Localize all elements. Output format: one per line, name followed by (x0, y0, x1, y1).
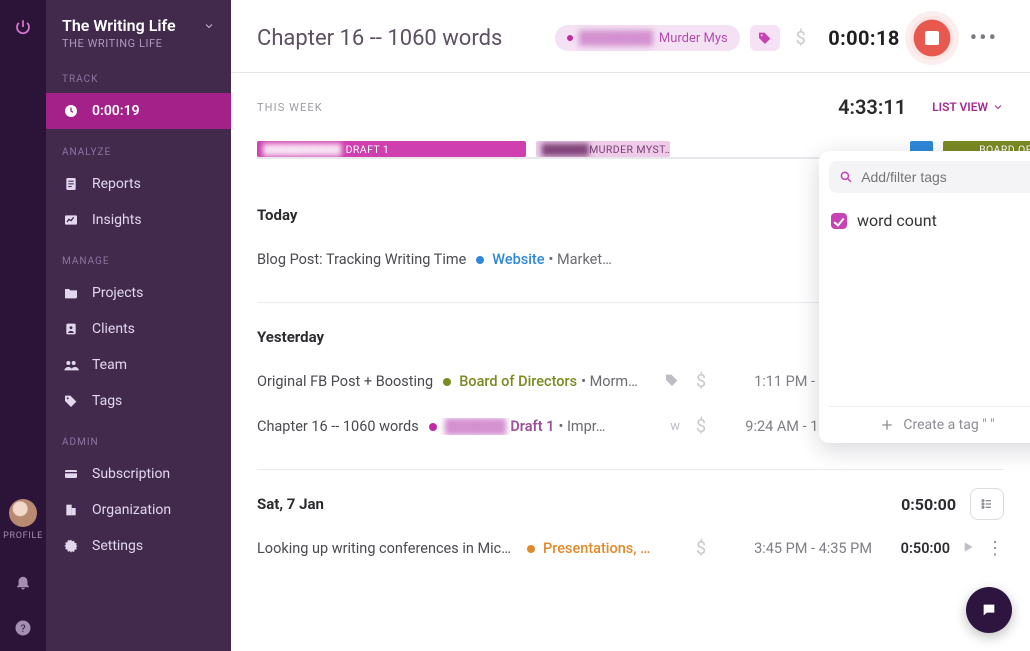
tag-icon (664, 372, 680, 392)
entry-more[interactable]: ••• (964, 26, 1004, 51)
entry-desc: Original FB Post + Boosting (257, 373, 433, 390)
section-admin: ADMIN (46, 437, 231, 456)
bell-icon[interactable] (14, 573, 32, 591)
sidebar-item-insights[interactable]: Insights (46, 202, 231, 238)
entry-desc: Looking up writing conferences in Michig… (257, 540, 517, 557)
billable-icon[interactable]: $ (690, 371, 712, 392)
app-root: PROFILE ? The Writing Life THE WRITING L… (0, 0, 1030, 651)
time-entry-row[interactable]: Looking up writing conferences in Michig… (257, 520, 1004, 565)
group-title: Sat, 7 Jan (257, 495, 324, 513)
running-timer: 0:00:18 (822, 26, 900, 50)
week-section: THIS WEEK 4:33:11 LIST VIEW ██████████DR… (231, 73, 1030, 159)
group-total: 0:50:00 (901, 495, 956, 514)
project-dot (567, 35, 573, 41)
document-icon (62, 176, 80, 192)
entry-bar: Chapter 16 -- 1060 words ████████ Murder… (231, 0, 1030, 73)
project-chip[interactable]: ████████ Murder Mys (555, 25, 740, 51)
workspace-header[interactable]: The Writing Life THE WRITING LIFE (46, 0, 231, 60)
mini-rail: PROFILE ? (0, 0, 46, 651)
section-manage: MANAGE (46, 256, 231, 275)
avatar[interactable] (9, 499, 37, 527)
plus-icon (879, 417, 895, 433)
sidebar-item-timer[interactable]: 0:00:19 (46, 93, 231, 129)
power-icon[interactable] (8, 12, 38, 42)
row-more[interactable]: ⋮ (986, 538, 1004, 559)
svg-text:?: ? (21, 622, 26, 635)
duration: 0:50:00 (882, 540, 950, 557)
stop-button[interactable] (910, 16, 954, 60)
building-icon (62, 502, 80, 518)
billable-toggle[interactable]: $ (790, 28, 812, 49)
clock-icon (62, 103, 80, 119)
sidebar-item-team[interactable]: Team (46, 347, 231, 383)
entry-desc: Chapter 16 -- 1060 words (257, 418, 419, 435)
folder-icon (62, 285, 80, 301)
chat-bubble[interactable] (966, 587, 1012, 633)
week-label: THIS WEEK (257, 101, 323, 114)
sidebar-item-tags[interactable]: Tags (46, 383, 231, 419)
bulk-edit-button[interactable] (970, 488, 1004, 520)
profile-label: PROFILE (3, 531, 43, 541)
tag-popover: word count Create a tag " " (819, 151, 1030, 443)
group-title: Yesterday (257, 328, 324, 346)
search-icon (839, 169, 853, 185)
tag-chip: w (670, 419, 680, 434)
play-button[interactable] (960, 539, 976, 559)
bar-draft1[interactable]: ██████████DRAFT 1 (257, 141, 526, 157)
entry-description[interactable]: Chapter 16 -- 1060 words (257, 26, 502, 51)
workspace-subtitle: THE WRITING LIFE (62, 37, 215, 50)
sidebar-item-clients[interactable]: Clients (46, 311, 231, 347)
section-track: TRACK (46, 74, 231, 93)
chevron-down-icon (992, 101, 1004, 113)
gear-icon (62, 538, 80, 554)
sidebar-item-settings[interactable]: Settings (46, 528, 231, 564)
create-tag[interactable]: Create a tag " " (829, 406, 1030, 433)
main: Chapter 16 -- 1060 words ████████ Murder… (231, 0, 1030, 651)
billable-icon[interactable]: $ (690, 538, 712, 559)
tag-search[interactable] (829, 161, 1030, 193)
day-group: Sat, 7 Jan 0:50:00 Looking up writing co… (257, 469, 1004, 565)
chat-icon (981, 602, 997, 618)
workspace-title: The Writing Life (62, 16, 176, 35)
billable-icon[interactable]: $ (690, 416, 712, 437)
sidebar-item-subscription[interactable]: Subscription (46, 456, 231, 492)
stop-icon (925, 31, 939, 45)
sidebar-item-reports[interactable]: Reports (46, 166, 231, 202)
tag-icon (62, 393, 80, 409)
sidebar-timer-value: 0:00:19 (92, 103, 140, 119)
sidebar: The Writing Life THE WRITING LIFE TRACK … (46, 0, 231, 651)
bar-murder[interactable]: ██████MURDER MYST… (536, 141, 670, 157)
card-icon (62, 466, 80, 482)
tag-filter-input[interactable] (861, 169, 1030, 185)
sidebar-item-organization[interactable]: Organization (46, 492, 231, 528)
section-analyze: ANALYZE (46, 147, 231, 166)
user-icon (62, 321, 80, 337)
project-task-label: Murder Mys (659, 31, 728, 46)
team-icon (62, 357, 80, 373)
chart-icon (62, 212, 80, 228)
project-name-blur: ████████ (579, 30, 653, 46)
group-title: Today (257, 206, 297, 224)
checkbox-checked-icon (831, 213, 847, 229)
view-switch[interactable]: LIST VIEW (932, 100, 1004, 114)
entry-desc: Blog Post: Tracking Writing Time (257, 251, 466, 268)
tag-icon (757, 30, 773, 46)
time-range: 3:45 PM - 4:35 PM (722, 540, 872, 557)
tag-button[interactable] (750, 25, 780, 51)
help-icon[interactable]: ? (14, 619, 32, 637)
chevron-down-icon (203, 20, 215, 32)
tag-option-wordcount[interactable]: word count (829, 205, 1030, 236)
week-total: 4:33:11 (838, 95, 906, 119)
sidebar-item-projects[interactable]: Projects (46, 275, 231, 311)
